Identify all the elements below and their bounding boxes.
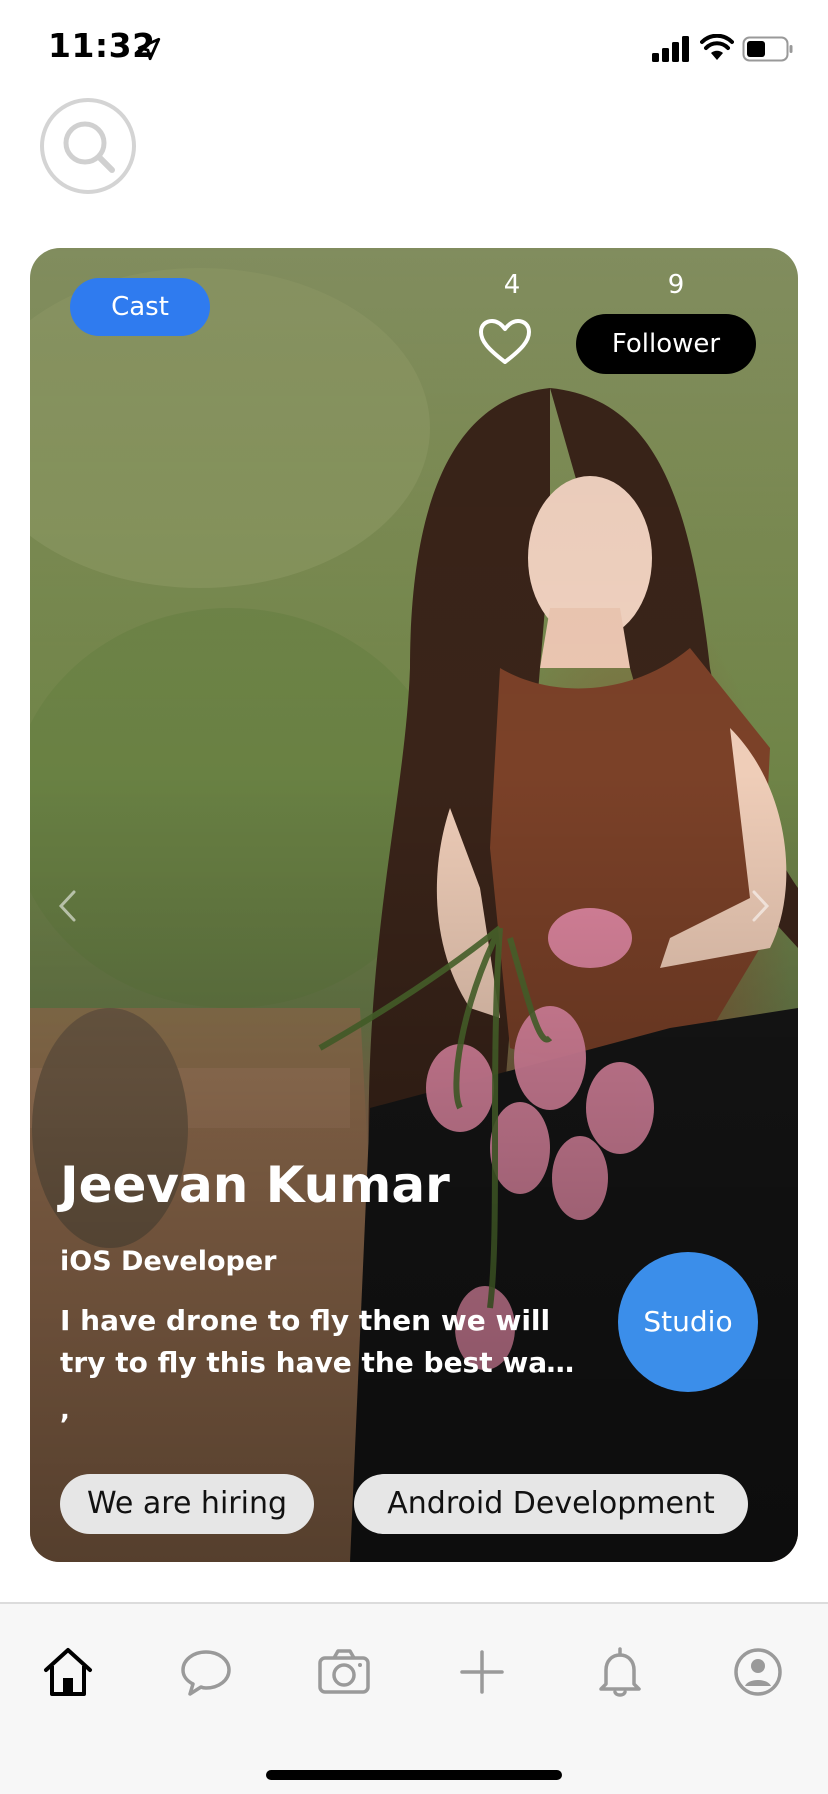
tab-profile[interactable] xyxy=(730,1644,786,1700)
tab-add[interactable] xyxy=(454,1644,510,1700)
camera-icon xyxy=(318,1649,370,1694)
heart-icon[interactable] xyxy=(478,318,532,366)
tab-chat[interactable] xyxy=(178,1644,234,1700)
location-arrow-icon xyxy=(137,37,161,61)
chevron-left-icon[interactable] xyxy=(56,888,78,924)
tag-chip[interactable]: Android Development xyxy=(354,1474,748,1534)
studio-button[interactable]: Studio xyxy=(618,1252,758,1392)
profile-icon xyxy=(734,1648,782,1696)
cellular-signal-icon xyxy=(652,36,689,62)
profile-name: Jeevan Kumar xyxy=(60,1156,450,1214)
likes-count: 4 xyxy=(503,270,521,300)
chevron-right-icon[interactable] xyxy=(750,888,772,924)
status-bar: 11:32 xyxy=(0,0,828,100)
tab-home[interactable] xyxy=(40,1644,96,1700)
tab-camera[interactable] xyxy=(316,1644,372,1700)
profile-card[interactable]: Cast 4 9 Follower Jeevan Kumar iOS Devel… xyxy=(30,248,798,1562)
bell-icon xyxy=(599,1647,641,1697)
tab-notifications[interactable] xyxy=(592,1644,648,1700)
followers-count: 9 xyxy=(667,270,685,300)
profile-extra: , xyxy=(60,1396,70,1426)
search-button[interactable] xyxy=(40,98,136,194)
category-badge[interactable]: Cast xyxy=(70,278,210,336)
battery-icon xyxy=(742,36,793,62)
wifi-icon xyxy=(700,34,734,60)
profile-role: iOS Developer xyxy=(60,1246,277,1277)
home-icon xyxy=(44,1648,92,1696)
add-icon xyxy=(460,1650,504,1694)
home-indicator xyxy=(266,1770,562,1780)
search-icon xyxy=(63,121,115,173)
follower-button[interactable]: Follower xyxy=(576,314,756,374)
chat-icon xyxy=(181,1650,231,1696)
tag-chip[interactable]: We are hiring xyxy=(60,1474,314,1534)
tab-bar xyxy=(0,1602,828,1794)
profile-bio: I have drone to fly then we will try to … xyxy=(60,1304,565,1379)
